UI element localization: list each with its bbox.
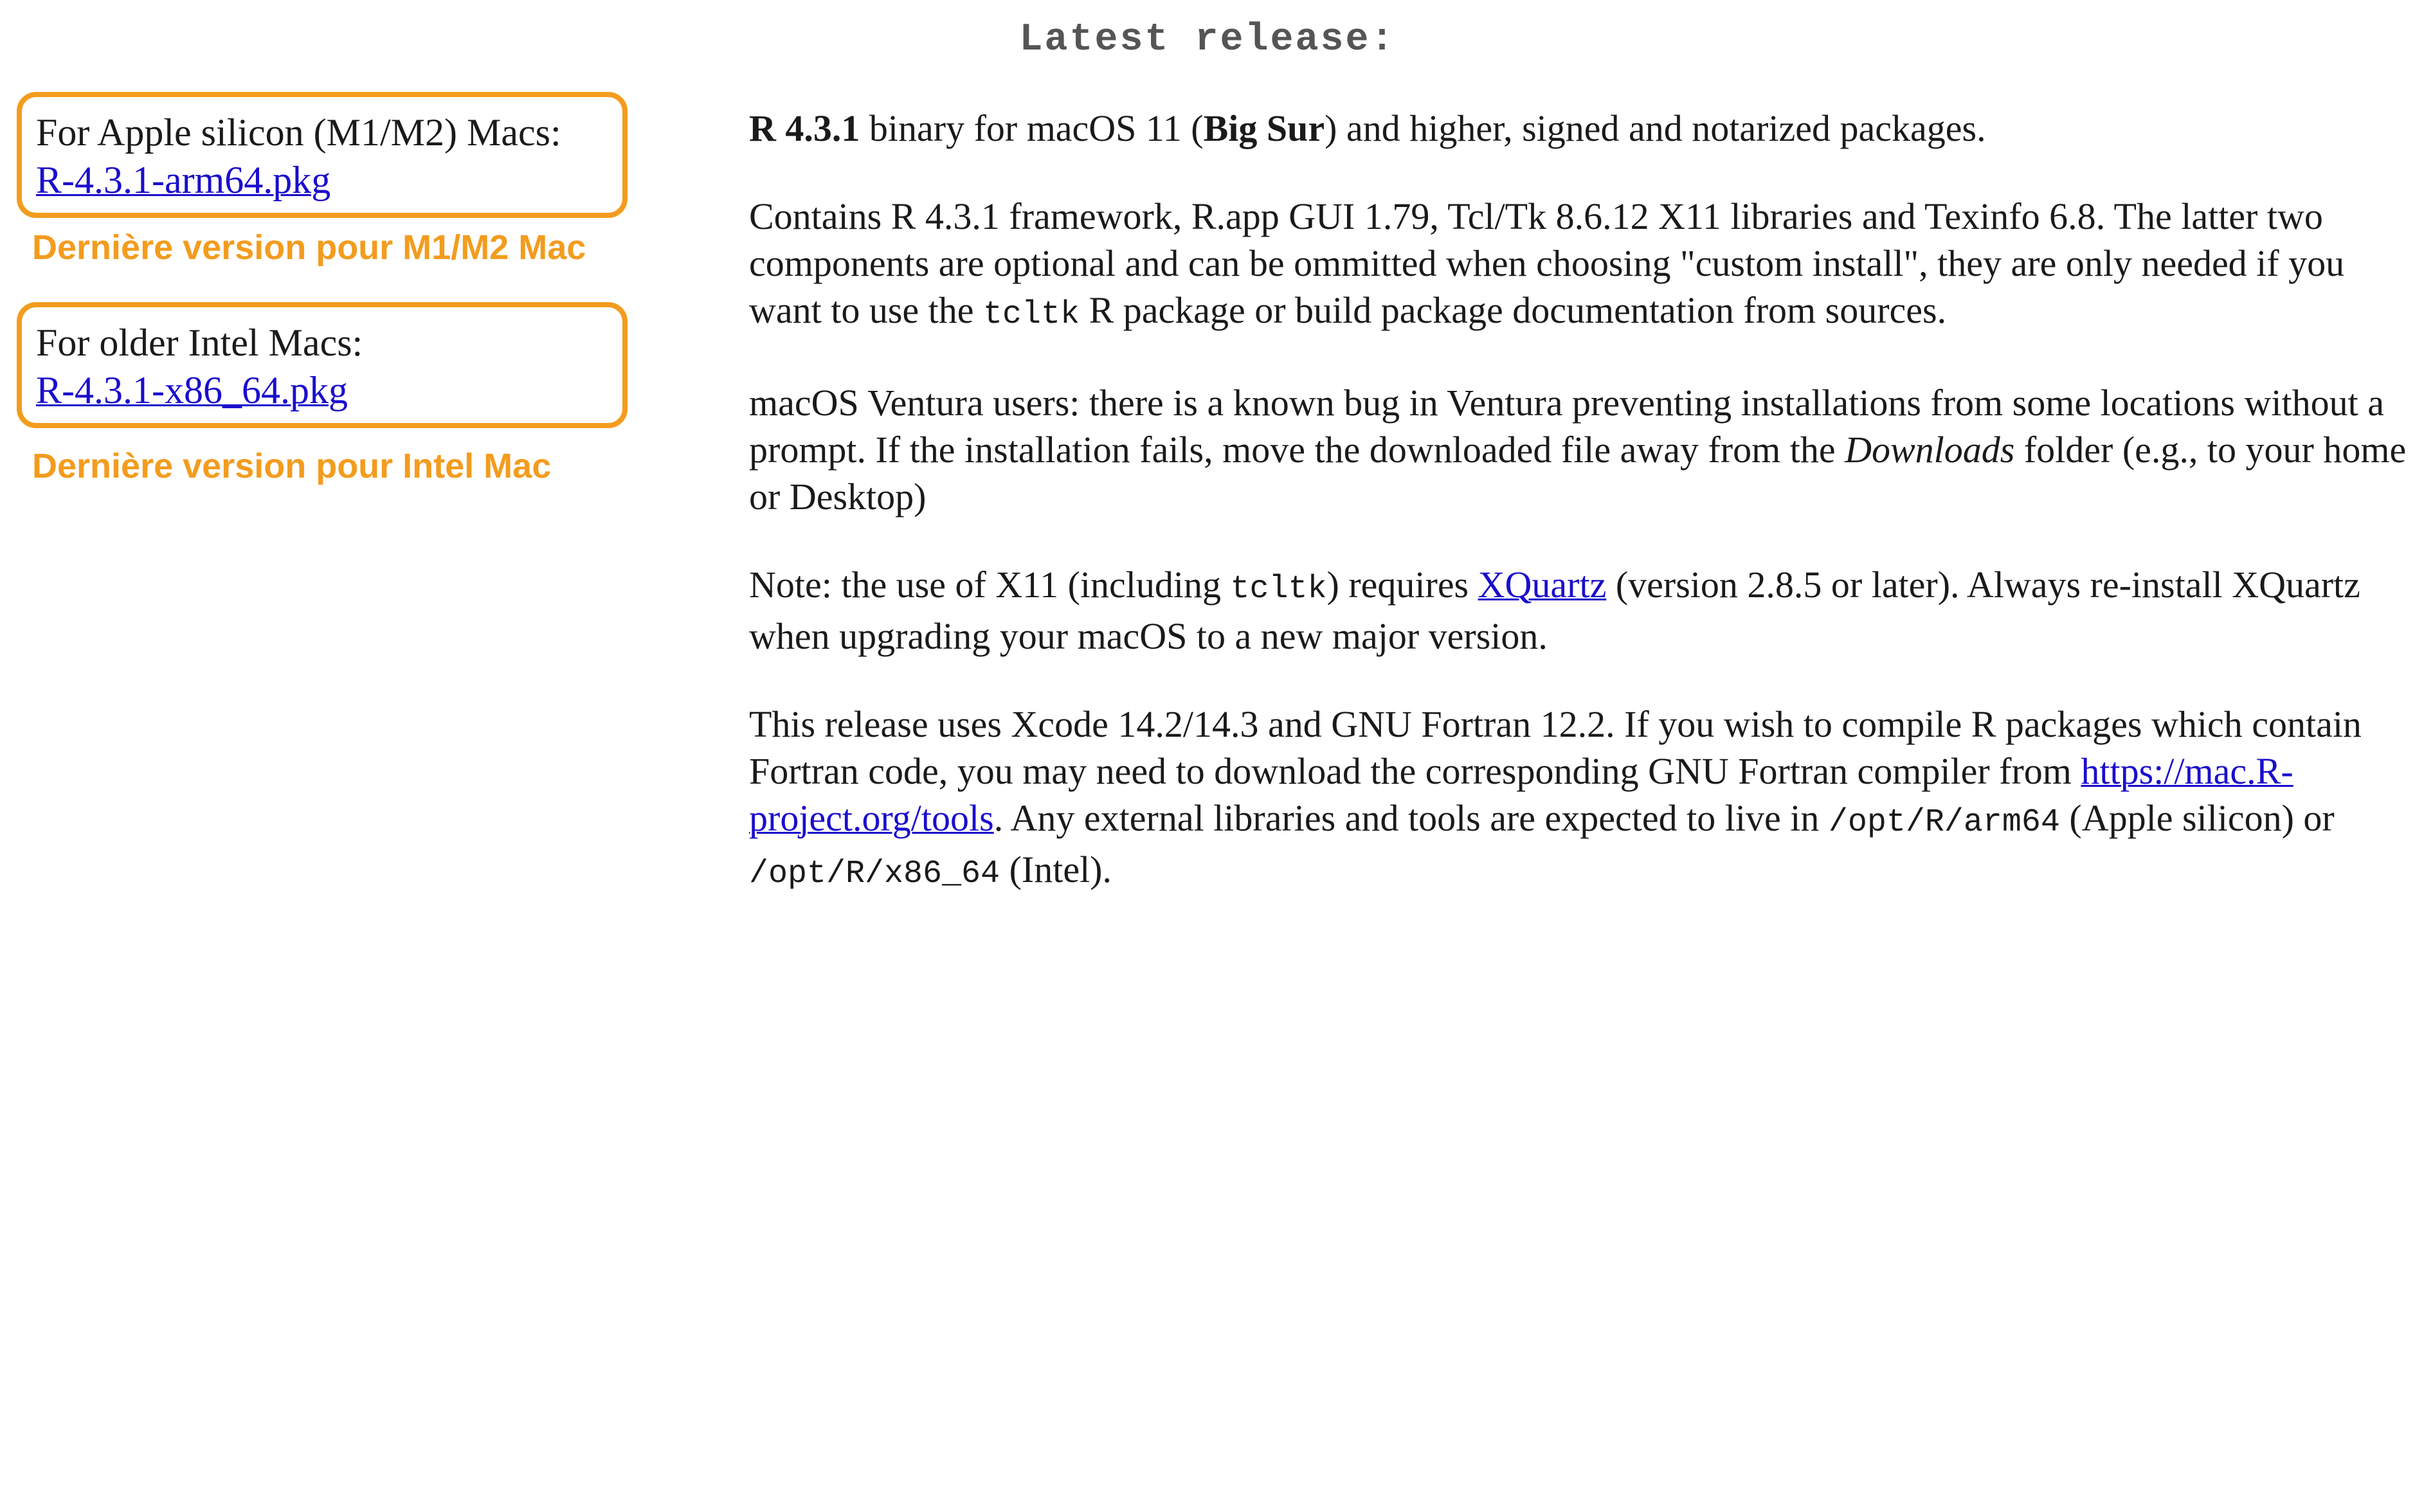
xquartz-note-paragraph: Note: the use of X11 (including tcltk) r… bbox=[749, 561, 2408, 660]
release-version: R 4.3.1 bbox=[749, 107, 860, 149]
download-label-arm64: For Apple silicon (M1/M2) Macs: bbox=[36, 111, 561, 154]
download-label-x86: For older Intel Macs: bbox=[36, 321, 363, 364]
path-arm64: /opt/R/arm64 bbox=[1828, 804, 2060, 841]
release-summary: R 4.3.1 binary for macOS 11 (Big Sur) an… bbox=[749, 105, 2408, 152]
path-x86: /opt/R/x86_64 bbox=[749, 856, 1000, 892]
note-text-b: ) requires bbox=[1326, 564, 1478, 606]
ventura-emph: Downloads bbox=[1845, 429, 2015, 471]
contains-code: tcltk bbox=[983, 296, 1080, 333]
note-text-a: Note: the use of X11 (including bbox=[749, 564, 1231, 606]
download-link-arm64[interactable]: R-4.3.1-arm64.pkg bbox=[36, 159, 330, 201]
download-box-arm64: For Apple silicon (M1/M2) Macs: R-4.3.1-… bbox=[17, 92, 628, 218]
xcode-text-c: (Apple silicon) or bbox=[2059, 797, 2335, 839]
xcode-text-d: (Intel). bbox=[1000, 849, 1112, 890]
xcode-text-b: . Any external libraries and tools are e… bbox=[993, 797, 1829, 839]
xcode-paragraph: This release uses Xcode 14.2/14.3 and GN… bbox=[749, 701, 2408, 897]
release-notes: R 4.3.1 binary for macOS 11 (Big Sur) an… bbox=[749, 105, 2408, 939]
contains-paragraph: Contains R 4.3.1 framework, R.app GUI 1.… bbox=[749, 193, 2408, 338]
download-box-x86: For older Intel Macs: R-4.3.1-x86_64.pkg bbox=[17, 302, 628, 428]
xquartz-link[interactable]: XQuartz bbox=[1478, 564, 1607, 606]
contains-text-b: R package or build package documentation… bbox=[1080, 289, 1947, 331]
release-text-b: ) and higher, signed and notarized packa… bbox=[1325, 107, 1986, 149]
release-codename: Big Sur bbox=[1203, 107, 1325, 149]
download-link-x86[interactable]: R-4.3.1-x86_64.pkg bbox=[36, 369, 348, 411]
release-text-a: binary for macOS 11 ( bbox=[860, 107, 1204, 149]
annotation-arm64: Dernière version pour M1/M2 Mac bbox=[32, 228, 586, 267]
ventura-paragraph: macOS Ventura users: there is a known bu… bbox=[749, 379, 2408, 520]
latest-release-heading: Latest release: bbox=[1019, 18, 1396, 62]
note-code: tcltk bbox=[1230, 571, 1327, 608]
annotation-x86: Dernière version pour Intel Mac bbox=[32, 447, 552, 485]
